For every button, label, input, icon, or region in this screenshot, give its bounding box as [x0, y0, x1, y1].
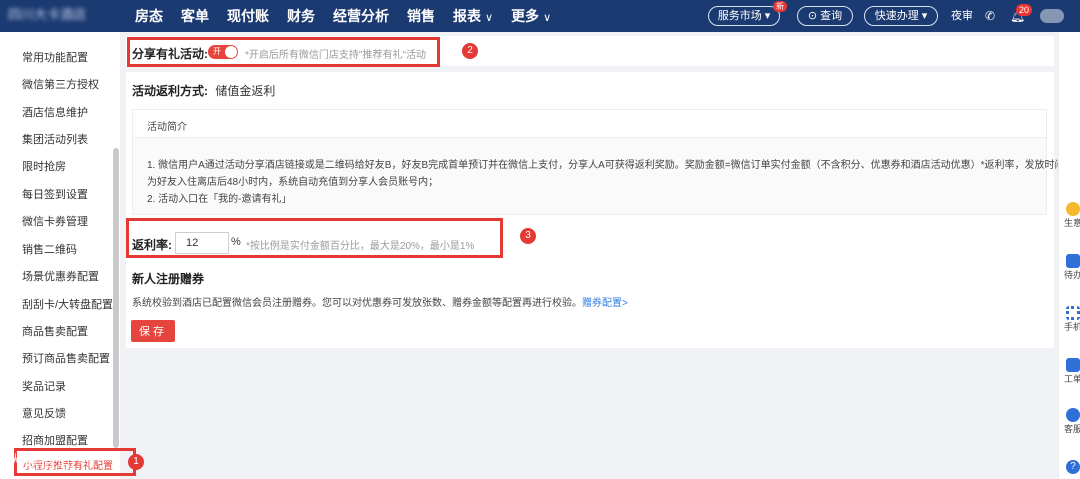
- sidebar-item[interactable]: 商品售卖配置: [22, 323, 88, 339]
- sidebar-item[interactable]: 意见反馈: [22, 405, 66, 421]
- nav-item-room-status[interactable]: 房态: [126, 0, 172, 32]
- search-icon: ⊙: [807, 10, 818, 22]
- intro-line-3: 2. 活动入口在「我的-邀请有礼」: [147, 194, 292, 205]
- activity-intro-header: 活动简介: [133, 110, 1046, 138]
- watermark: 大数据道: [8, 453, 73, 470]
- rebate-method-value: 储值金返利: [215, 84, 276, 98]
- sidebar-item[interactable]: 招商加盟配置: [22, 432, 88, 448]
- coin-icon: [1066, 202, 1080, 216]
- new-member-coupon-title: 新人注册赠券: [132, 272, 205, 286]
- nav-item-more[interactable]: 更多 ∨: [502, 0, 560, 32]
- sidebar-item[interactable]: 奖品记录: [22, 378, 66, 394]
- hotel-logo[interactable]: 四川大卡酒店: [8, 4, 118, 24]
- activity-intro-panel: 活动简介 1. 微信用户A通过活动分享酒店链接或是二维码给好友B，好友B完成首单…: [132, 109, 1065, 215]
- help-icon: ?: [1066, 460, 1080, 474]
- user-avatar[interactable]: [1040, 9, 1064, 23]
- sidebar-item[interactable]: 场景优惠券配置: [22, 268, 99, 284]
- sidebar-item[interactable]: 微信卡券管理: [22, 213, 88, 229]
- night-audit-link[interactable]: 夜审: [951, 0, 973, 32]
- save-button[interactable]: 保存: [131, 320, 175, 342]
- activity-intro-title: 活动简介: [147, 122, 187, 133]
- qr-grid-icon: [1066, 306, 1080, 320]
- sidebar-item[interactable]: 酒店信息维护: [22, 104, 88, 120]
- rebate-method-row: 活动返利方式: 储值金返利: [132, 82, 275, 99]
- rail-item-todo[interactable]: 待办: [1062, 254, 1080, 281]
- nav-item-cash-account[interactable]: 现付账: [218, 0, 278, 32]
- annotation-number-2: 2: [462, 43, 478, 59]
- intro-line-2: 为好友入住离店后48小时内，系统自动充值到分享人会员账号内；: [147, 177, 439, 188]
- nav-item-finance[interactable]: 财务: [278, 0, 324, 32]
- notification-count-badge: 20: [1016, 4, 1033, 16]
- main-nav: 房态 客单 现付账 财务 经营分析 销售 报表 ∨ 更多 ∨: [126, 0, 560, 32]
- rail-item-business[interactable]: 生意: [1062, 202, 1080, 229]
- rail-item-help[interactable]: ?: [1062, 460, 1080, 474]
- intro-line-1: 1. 微信用户A通过活动分享酒店链接或是二维码给好友B，好友B完成首单预订并在微…: [147, 160, 1065, 171]
- rail-item-ticket[interactable]: 工单: [1062, 358, 1080, 385]
- nav-item-sales[interactable]: 销售: [398, 0, 444, 32]
- left-sidebar: 常用功能配置 微信第三方授权 酒店信息维护 集团活动列表 限时抢房 每日签到设置…: [0, 32, 120, 479]
- sidebar-item[interactable]: 常用功能配置: [22, 49, 88, 65]
- query-button[interactable]: ⊙ 查询: [797, 6, 853, 26]
- annotation-box-3: [126, 218, 503, 258]
- nav-item-guest-orders[interactable]: 客单: [172, 0, 218, 32]
- nav-item-reports[interactable]: 报表 ∨: [444, 0, 502, 32]
- annotation-box-2: [127, 37, 440, 67]
- rebate-method-label: 活动返利方式:: [132, 84, 208, 98]
- headset-icon: [1066, 408, 1080, 422]
- rail-item-mobile[interactable]: 手机: [1062, 306, 1080, 333]
- sidebar-item[interactable]: 销售二维码: [22, 241, 77, 257]
- new-badge: 新: [773, 1, 787, 12]
- sidebar-item[interactable]: 刮刮卡/大转盘配置: [22, 296, 113, 312]
- sidebar-item[interactable]: 限时抢房: [22, 158, 66, 174]
- chevron-down-icon: ∨: [485, 12, 494, 24]
- sidebar-item[interactable]: 每日签到设置: [22, 186, 88, 202]
- sidebar-item[interactable]: 微信第三方授权: [22, 76, 99, 92]
- chevron-down-icon: ∨: [543, 12, 552, 24]
- annotation-number-1: 1: [128, 454, 144, 470]
- right-tool-rail: 生意 待办 手机 工单 客服 ?: [1058, 32, 1080, 479]
- top-navigation-bar: 四川大卡酒店 房态 客单 现付账 财务 经营分析 销售 报表 ∨ 更多 ∨ 服务市场…: [0, 0, 1080, 32]
- new-member-coupon-desc: 系统校验到酒店已配置微信会员注册赠券。您可以对优惠券可发放张数、赠券金额等配置再…: [132, 298, 628, 309]
- service-market-button[interactable]: 服务市场 ▾ 新: [708, 1, 787, 26]
- coupon-config-link[interactable]: 赠券配置>: [582, 298, 628, 309]
- sidebar-item[interactable]: 集团活动列表: [22, 131, 88, 147]
- nav-item-business-analysis[interactable]: 经营分析: [324, 0, 398, 32]
- wechat-icon[interactable]: ✆: [985, 0, 995, 32]
- sidebar-scrollbar[interactable]: [113, 148, 119, 448]
- quick-action-button[interactable]: 快速办理 ▾: [864, 6, 938, 26]
- todo-icon: [1066, 254, 1080, 268]
- annotation-number-3: 3: [520, 228, 536, 244]
- clipboard-icon: [1066, 358, 1080, 372]
- rail-item-support[interactable]: 客服: [1062, 408, 1080, 435]
- sidebar-item[interactable]: 预订商品售卖配置: [22, 350, 110, 366]
